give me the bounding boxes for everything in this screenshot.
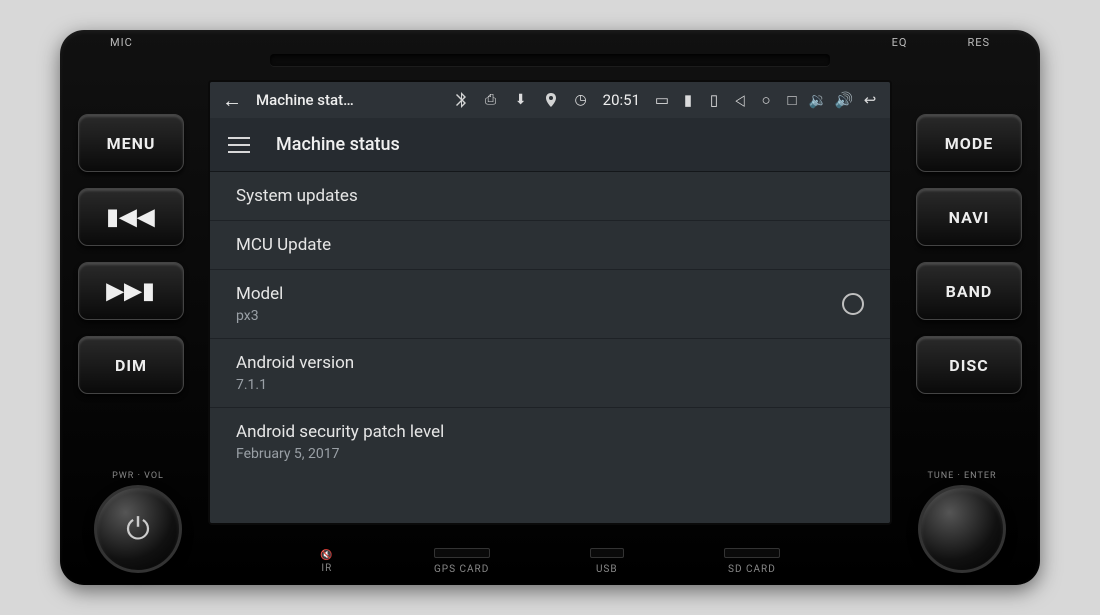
next-track-button[interactable]: ▶▶▮ [78, 262, 184, 320]
signal-icon: ▮ [680, 91, 696, 109]
setting-label: Model [236, 284, 283, 304]
right-button-column: MODE NAVI BAND DISC [916, 114, 1022, 394]
mode-button[interactable]: MODE [916, 114, 1022, 172]
tune-enter-area: TUNE · ENTER [892, 453, 1032, 573]
sd-card-slot[interactable]: SD CARD [724, 548, 780, 575]
nav-home-icon[interactable]: ○ [758, 91, 774, 109]
setting-value: px3 [236, 308, 283, 324]
menu-button[interactable]: MENU [78, 114, 184, 172]
android-screen: ← Machine stat… ⎙ ⬇ ◷ 20:51 ▭ ▮ ▯ ◁ ○ □ … [208, 80, 892, 525]
app-header-title: Machine status [276, 134, 400, 155]
back-arrow-icon[interactable]: ← [222, 88, 242, 113]
dvd-slot[interactable] [270, 54, 830, 66]
location-icon [543, 93, 559, 107]
nav-recents-icon[interactable]: □ [784, 91, 800, 109]
usb-port[interactable]: USB [590, 548, 624, 575]
band-button[interactable]: BAND [916, 262, 1022, 320]
settings-list[interactable]: System updates MCU Update Model px3 Andr… [210, 172, 890, 523]
radio-indicator[interactable] [842, 293, 864, 315]
gps-card-slot[interactable]: GPS CARD [434, 548, 490, 575]
setting-mcu-update[interactable]: MCU Update [210, 221, 890, 270]
setting-label: System updates [236, 186, 358, 206]
return-icon[interactable]: ↩ [862, 91, 878, 109]
ir-port: 🔇 IR [320, 550, 333, 574]
status-bar-time: 20:51 [603, 91, 640, 109]
power-volume-knob[interactable]: ⏻ [94, 485, 182, 573]
battery-icon: ▯ [706, 91, 722, 109]
next-icon: ▶▶▮ [107, 279, 156, 304]
power-volume-label: PWR · VOL [112, 471, 164, 481]
bluetooth-icon [453, 92, 469, 108]
power-icon: ⏻ [126, 512, 150, 547]
power-volume-area: PWR · VOL ⏻ [68, 453, 208, 573]
eq-label: EQ [892, 36, 908, 49]
setting-model[interactable]: Model px3 [210, 270, 890, 339]
setting-value: 7.1.1 [236, 377, 354, 393]
usb-indicator-icon: ⎙ [483, 92, 499, 108]
tune-enter-knob[interactable] [918, 485, 1006, 573]
setting-label: Android version [236, 353, 354, 373]
top-labels: MIC EQ RES [110, 36, 990, 49]
volume-up-icon[interactable]: 🔊 [836, 91, 852, 109]
navi-button[interactable]: NAVI [916, 188, 1022, 246]
app-header: Machine status [210, 118, 890, 172]
bottom-ports: 🔇 IR GPS CARD USB SD CARD [270, 548, 830, 575]
head-unit: MIC EQ RES MENU ▮◀◀ ▶▶▮ DIM MODE NAVI BA… [60, 30, 1040, 585]
tune-enter-label: TUNE · ENTER [928, 471, 997, 481]
clock-icon: ◷ [573, 92, 589, 108]
menu-icon[interactable] [228, 137, 250, 153]
prev-track-button[interactable]: ▮◀◀ [78, 188, 184, 246]
mute-icon: 🔇 [320, 550, 333, 561]
prev-icon: ▮◀◀ [107, 205, 156, 230]
android-status-bar: ← Machine stat… ⎙ ⬇ ◷ 20:51 ▭ ▮ ▯ ◁ ○ □ … [210, 82, 890, 118]
setting-value: February 5, 2017 [236, 446, 444, 462]
disc-button[interactable]: DISC [916, 336, 1022, 394]
dim-button[interactable]: DIM [78, 336, 184, 394]
res-label: RES [967, 36, 990, 49]
download-icon: ⬇ [513, 92, 529, 108]
screenshot-icon[interactable]: ▭ [654, 91, 670, 109]
setting-security-patch[interactable]: Android security patch level February 5,… [210, 408, 890, 476]
status-bar-title: Machine stat… [256, 91, 354, 109]
left-button-column: MENU ▮◀◀ ▶▶▮ DIM [78, 114, 184, 394]
nav-back-icon[interactable]: ◁ [734, 91, 747, 109]
setting-system-updates[interactable]: System updates [210, 172, 890, 221]
setting-android-version[interactable]: Android version 7.1.1 [210, 339, 890, 408]
mic-label: MIC [110, 36, 133, 49]
volume-down-icon[interactable]: 🔉 [810, 91, 826, 109]
setting-label: Android security patch level [236, 422, 444, 442]
setting-label: MCU Update [236, 235, 331, 255]
